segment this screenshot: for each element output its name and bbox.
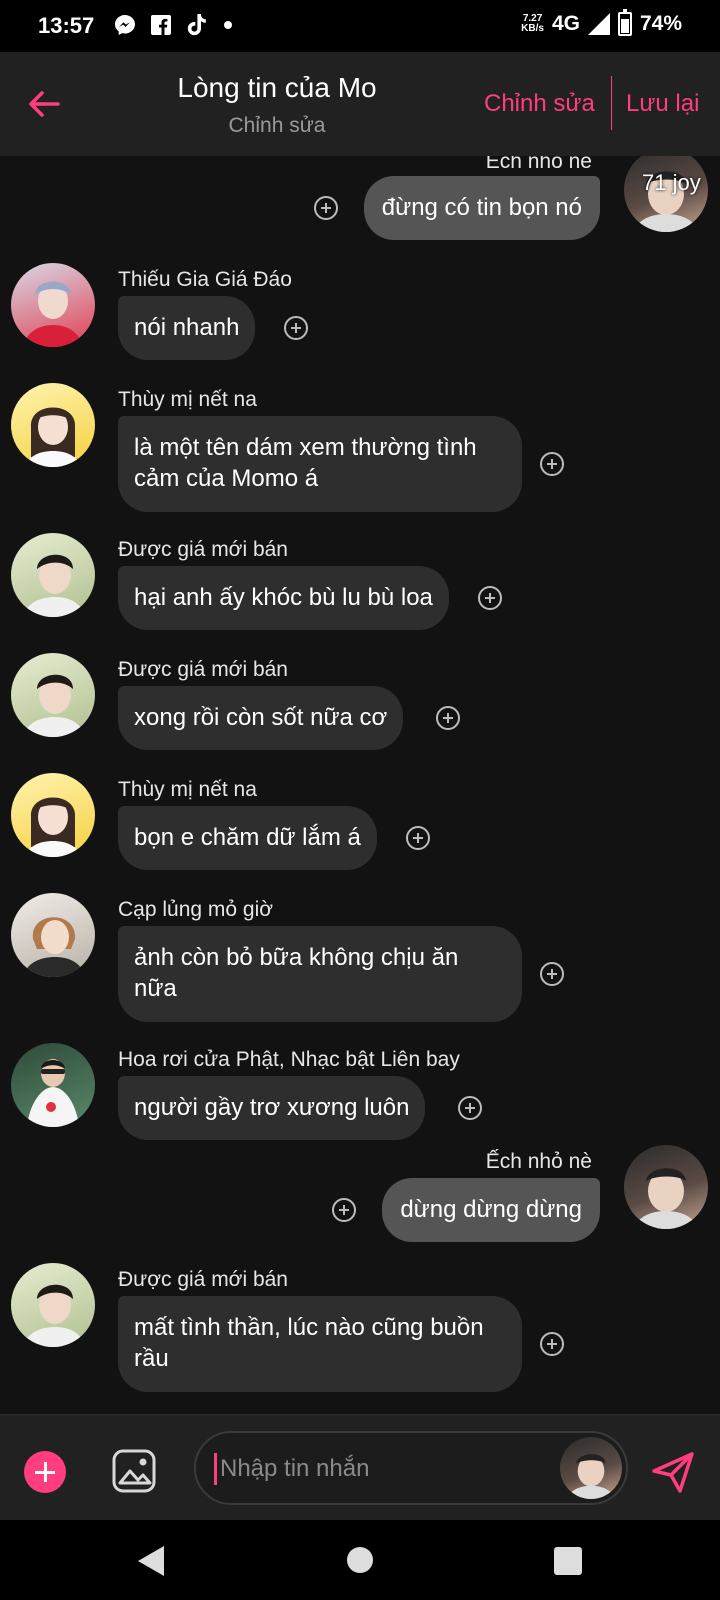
text-cursor (214, 1453, 217, 1485)
reaction-add-icon[interactable] (332, 1198, 356, 1222)
tiktok-icon (186, 14, 208, 36)
nav-home-icon[interactable] (347, 1547, 373, 1573)
message-bubble[interactable]: ảnh còn bỏ bữa không chịu ăn nữa (118, 926, 522, 1022)
reaction-add-icon[interactable] (284, 316, 308, 340)
avatar[interactable] (11, 533, 95, 617)
avatar-figure (23, 917, 85, 977)
avatar-figure (25, 407, 81, 467)
avatar[interactable] (11, 383, 95, 467)
message-list[interactable]: Ếch nhỏ nè đừng có tin bọn nó 71 joy Thi… (0, 156, 720, 1414)
send-button[interactable] (650, 1449, 696, 1495)
sender-name: Thùy mị nết na (118, 778, 257, 801)
sender-name: Thiếu Gia Giá Đáo (118, 268, 292, 291)
avatar-figure (23, 1284, 85, 1347)
message-bubble[interactable]: dừng dừng dừng (382, 1178, 600, 1242)
message-input-placeholder: Nhập tin nhắn (220, 1455, 370, 1482)
system-nav-bar (0, 1520, 720, 1600)
avatar[interactable] (11, 773, 95, 857)
character-avatar[interactable] (560, 1437, 622, 1499)
status-right: 7.27 KB/s 4G 74% (521, 9, 682, 36)
reaction-add-icon[interactable] (406, 826, 430, 850)
message-bubble[interactable]: người gầy trơ xương luôn (118, 1076, 426, 1140)
avatar-overlay-text: 71 joy (642, 170, 701, 195)
messenger-icon (114, 14, 136, 36)
avatar[interactable] (11, 1043, 95, 1127)
avatar-figure (23, 281, 83, 347)
avatar-figure (25, 797, 81, 857)
message-bubble[interactable]: hại anh ấy khóc bù lu bù loa (118, 566, 449, 630)
status-bar: 13:57 7.27 KB/s 4G 74% (0, 0, 720, 52)
save-button[interactable]: Lưu lại (626, 90, 699, 118)
avatar-figure (23, 554, 85, 617)
network-type: 4G (551, 12, 580, 35)
avatar-figure (23, 674, 85, 737)
chat-header: Lòng tin của Mo Chỉnh sửa Chỉnh sửa Lưu … (0, 52, 720, 156)
image-icon (112, 1449, 156, 1493)
reaction-add-icon[interactable] (540, 962, 564, 986)
signal-icon (587, 13, 610, 35)
image-button[interactable] (112, 1449, 156, 1493)
nav-back-icon[interactable] (138, 1546, 164, 1576)
page-title: Lòng tin của Mo (177, 72, 377, 103)
status-app-icons (114, 14, 232, 36)
avatar-figure (634, 1168, 698, 1229)
reaction-add-icon[interactable] (314, 196, 338, 220)
reaction-add-icon[interactable] (458, 1096, 482, 1120)
message-input[interactable]: Nhập tin nhắn (194, 1431, 628, 1505)
avatar-figure (567, 1454, 615, 1499)
header-divider (611, 76, 612, 130)
message-bubble[interactable]: là một tên dám xem thường tình cảm của M… (118, 416, 522, 512)
status-time: 13:57 (38, 13, 95, 38)
sender-name: Cạp lủng mỏ giờ (118, 898, 274, 921)
page-subtitle: Chỉnh sửa (228, 114, 326, 137)
network-speed: 7.27 KB/s (521, 13, 544, 34)
nav-recents-icon[interactable] (554, 1547, 582, 1575)
avatar[interactable]: 71 joy (624, 156, 708, 232)
avatar[interactable] (11, 263, 95, 347)
sender-name: Được giá mới bán (118, 658, 288, 681)
message-bubble[interactable]: mất tình thần, lúc nào cũng buồn rầu (118, 1296, 522, 1392)
avatar[interactable] (11, 1263, 95, 1347)
message-bubble[interactable]: xong rồi còn sốt nữa cơ (118, 686, 404, 750)
sender-name: Thùy mị nết na (118, 388, 257, 411)
message-bubble[interactable]: nói nhanh (118, 296, 256, 360)
send-icon (652, 1452, 694, 1493)
battery-icon (617, 9, 632, 36)
composer-bar: Nhập tin nhắn (0, 1414, 720, 1521)
avatar[interactable] (11, 653, 95, 737)
sender-name: Ếch nhỏ nè (485, 1150, 592, 1173)
facebook-icon (150, 14, 172, 36)
reaction-add-icon[interactable] (436, 706, 460, 730)
sender-name: Được giá mới bán (118, 1268, 288, 1291)
reaction-add-icon[interactable] (540, 1332, 564, 1356)
notification-dot (224, 21, 232, 29)
avatar[interactable] (11, 893, 95, 977)
avatar[interactable] (624, 1145, 708, 1229)
reaction-add-icon[interactable] (540, 452, 564, 476)
message-bubble[interactable]: đừng có tin bọn nó (363, 176, 600, 240)
sender-name: Được giá mới bán (118, 538, 288, 561)
sender-name: Hoa rơi cửa Phật, Nhạc bật Liên bay (118, 1048, 460, 1071)
sender-name: Ếch nhỏ nè (485, 156, 592, 173)
message-bubble[interactable]: bọn e chăm dữ lắm á (118, 806, 377, 870)
add-button[interactable] (24, 1451, 66, 1493)
edit-button[interactable]: Chỉnh sửa (484, 90, 595, 118)
reaction-add-icon[interactable] (478, 586, 502, 610)
battery-percent: 74% (639, 12, 682, 35)
avatar-figure (27, 1059, 79, 1127)
